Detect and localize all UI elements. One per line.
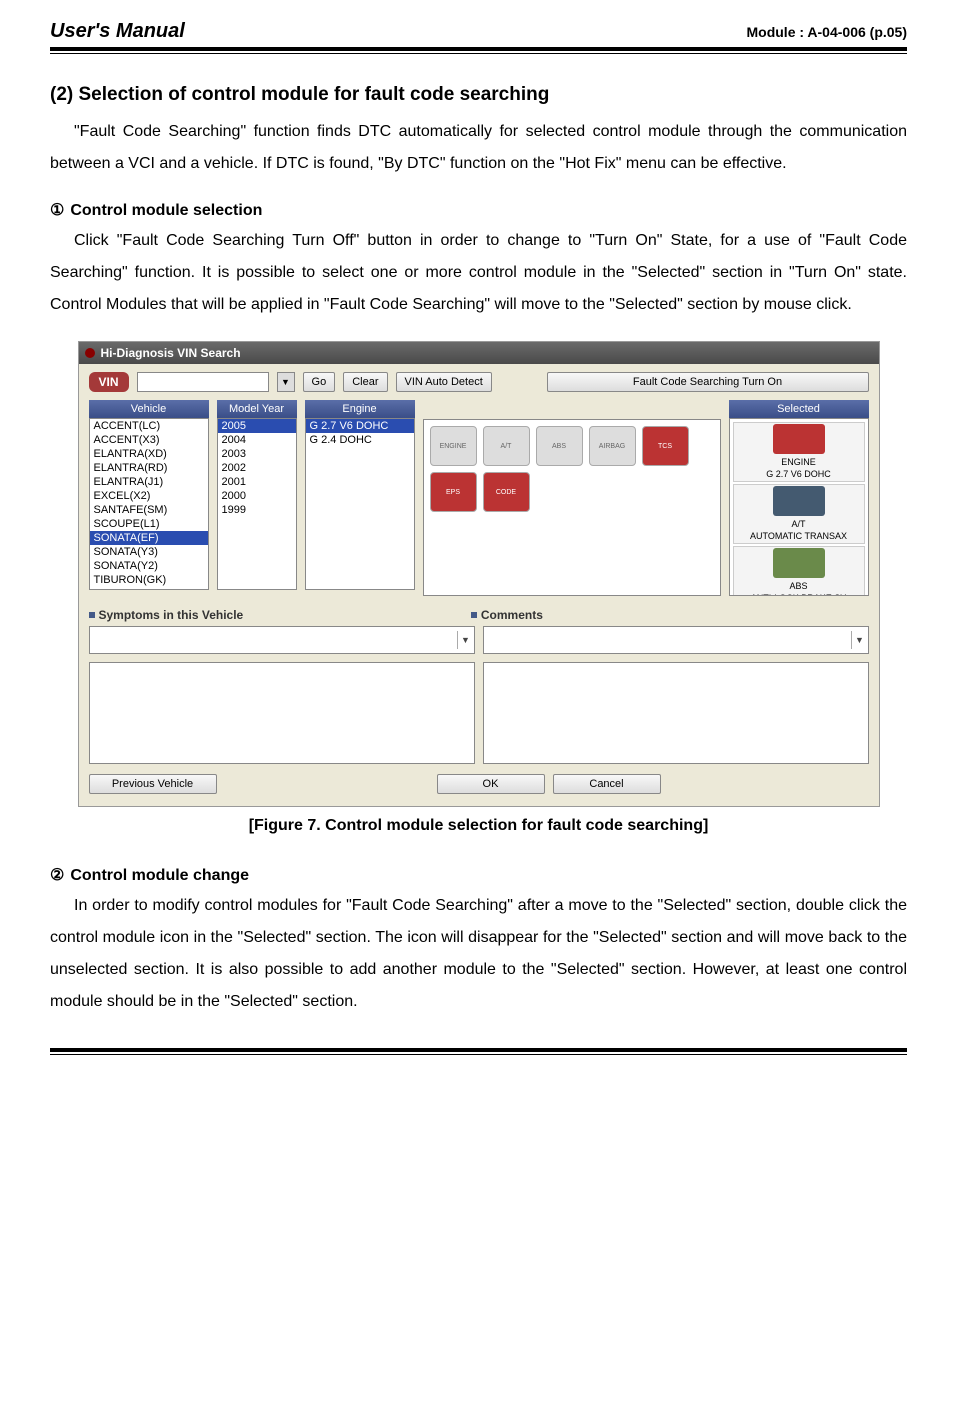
selected-column-header: Selected	[729, 400, 869, 418]
list-item[interactable]: SCOUPE(L1)	[90, 517, 208, 531]
symptoms-dropdown-2[interactable]: ▼	[483, 626, 869, 654]
clear-button[interactable]: Clear	[343, 372, 387, 392]
sub2-heading: ② Control module change	[50, 865, 907, 885]
previous-vehicle-button[interactable]: Previous Vehicle	[89, 774, 217, 794]
module-icon[interactable]: CODE	[483, 472, 530, 512]
cancel-button[interactable]: Cancel	[553, 774, 661, 794]
list-item[interactable]: 2001	[218, 475, 296, 489]
list-item[interactable]: G 2.4 DOHC	[306, 433, 414, 447]
go-button[interactable]: Go	[303, 372, 336, 392]
symptoms-dropdown-1[interactable]: ▼	[89, 626, 475, 654]
selected-module-item[interactable]: ENGINEG 2.7 V6 DOHC	[733, 422, 865, 482]
list-item[interactable]: ACCENT(LC)	[90, 419, 208, 433]
embedded-dialog: Hi-Diagnosis VIN Search VIN ▼ Go Clear V…	[78, 341, 880, 807]
circle-number-1: ①	[50, 200, 64, 220]
list-item[interactable]: 2005	[218, 419, 296, 433]
dialog-title-text: Hi-Diagnosis VIN Search	[101, 346, 241, 360]
list-item[interactable]: 2000	[218, 489, 296, 503]
vehicle-listbox[interactable]: ACCENT(LC)ACCENT(X3)ELANTRA(XD)ELANTRA(R…	[89, 418, 209, 590]
comments-textarea[interactable]	[483, 662, 869, 764]
list-item[interactable]: ELANTRA(J1)	[90, 475, 208, 489]
section-heading: (2) Selection of control module for faul…	[50, 84, 907, 106]
symptoms-label: Symptoms in this Vehicle	[99, 608, 244, 622]
selected-listbox[interactable]: ENGINEG 2.7 V6 DOHCA/TAUTOMATIC TRANSAXA…	[729, 418, 869, 596]
selected-module-item[interactable]: A/TAUTOMATIC TRANSAX	[733, 484, 865, 544]
list-item[interactable]: 2004	[218, 433, 296, 447]
bullet-icon	[89, 612, 95, 618]
circle-number-2: ②	[50, 865, 64, 885]
engine-column-header: Engine	[305, 400, 415, 418]
selected-module-sublabel: G 2.7 V6 DOHC	[738, 468, 860, 480]
module-icon-panel[interactable]: ENGINEA/TABSAIRBAGTCS EPSCODE	[423, 419, 721, 596]
vin-badge: VIN	[89, 372, 129, 392]
module-icon[interactable]: A/T	[483, 426, 530, 466]
list-item[interactable]: 2002	[218, 461, 296, 475]
engine-listbox[interactable]: G 2.7 V6 DOHCG 2.4 DOHC	[305, 418, 415, 590]
module-icon[interactable]: ENGINE	[430, 426, 477, 466]
vin-auto-detect-button[interactable]: VIN Auto Detect	[396, 372, 492, 392]
list-item[interactable]: G 2.7 V6 DOHC	[306, 419, 414, 433]
sub1-heading: ① Control module selection	[50, 200, 907, 220]
sub1-body: Click "Fault Code Searching Turn Off" bu…	[50, 225, 907, 321]
module-mini-icon	[773, 424, 825, 454]
list-item[interactable]: TIBURON(RC)	[90, 587, 208, 590]
selected-module-label: ABS	[738, 580, 860, 592]
list-item[interactable]: SONATA(EF)	[90, 531, 208, 545]
comments-label: Comments	[481, 608, 543, 622]
list-item[interactable]: EXCEL(X2)	[90, 489, 208, 503]
sub1-title: Control module selection	[70, 202, 262, 219]
model-year-column-header: Model Year	[217, 400, 297, 418]
sub2-body: In order to modify control modules for "…	[50, 890, 907, 1018]
selected-module-label: A/T	[738, 518, 860, 530]
list-item[interactable]: ELANTRA(XD)	[90, 447, 208, 461]
vin-input[interactable]	[137, 372, 269, 392]
module-mini-icon	[773, 548, 825, 578]
selected-module-sublabel: ANTI-LOCK BRAKE SY	[738, 592, 860, 596]
fault-code-toggle-button[interactable]: Fault Code Searching Turn On	[547, 372, 869, 392]
figure-caption: [Figure 7. Control module selection for …	[50, 817, 907, 835]
module-icon[interactable]: AIRBAG	[589, 426, 636, 466]
app-icon	[85, 348, 95, 358]
doc-title: User's Manual	[50, 20, 185, 43]
footer-divider	[50, 1048, 907, 1055]
list-item[interactable]: 1999	[218, 503, 296, 517]
list-item[interactable]: TIBURON(GK)	[90, 573, 208, 587]
module-icon[interactable]: TCS	[642, 426, 689, 466]
module-icon[interactable]: EPS	[430, 472, 477, 512]
list-item[interactable]: SONATA(Y3)	[90, 545, 208, 559]
vehicle-column-header: Vehicle	[89, 400, 209, 418]
module-icon[interactable]: ABS	[536, 426, 583, 466]
list-item[interactable]: SANTAFE(SM)	[90, 503, 208, 517]
selected-module-sublabel: AUTOMATIC TRANSAX	[738, 530, 860, 542]
module-mini-icon	[773, 486, 825, 516]
header-divider	[50, 47, 907, 54]
list-item[interactable]: ELANTRA(RD)	[90, 461, 208, 475]
selected-module-label: ENGINE	[738, 456, 860, 468]
model-year-listbox[interactable]: 2005200420032002200120001999	[217, 418, 297, 590]
vin-dropdown-arrow[interactable]: ▼	[277, 372, 295, 392]
sub2-title: Control module change	[70, 867, 249, 884]
list-item[interactable]: ACCENT(X3)	[90, 433, 208, 447]
intro-paragraph: "Fault Code Searching" function finds DT…	[50, 116, 907, 180]
list-item[interactable]: 2003	[218, 447, 296, 461]
list-item[interactable]: SONATA(Y2)	[90, 559, 208, 573]
dialog-titlebar: Hi-Diagnosis VIN Search	[79, 342, 879, 364]
ok-button[interactable]: OK	[437, 774, 545, 794]
bullet-icon	[471, 612, 477, 618]
symptoms-textarea[interactable]	[89, 662, 475, 764]
module-id: Module : A-04-006 (p.05)	[746, 24, 907, 40]
selected-module-item[interactable]: ABSANTI-LOCK BRAKE SY	[733, 546, 865, 596]
